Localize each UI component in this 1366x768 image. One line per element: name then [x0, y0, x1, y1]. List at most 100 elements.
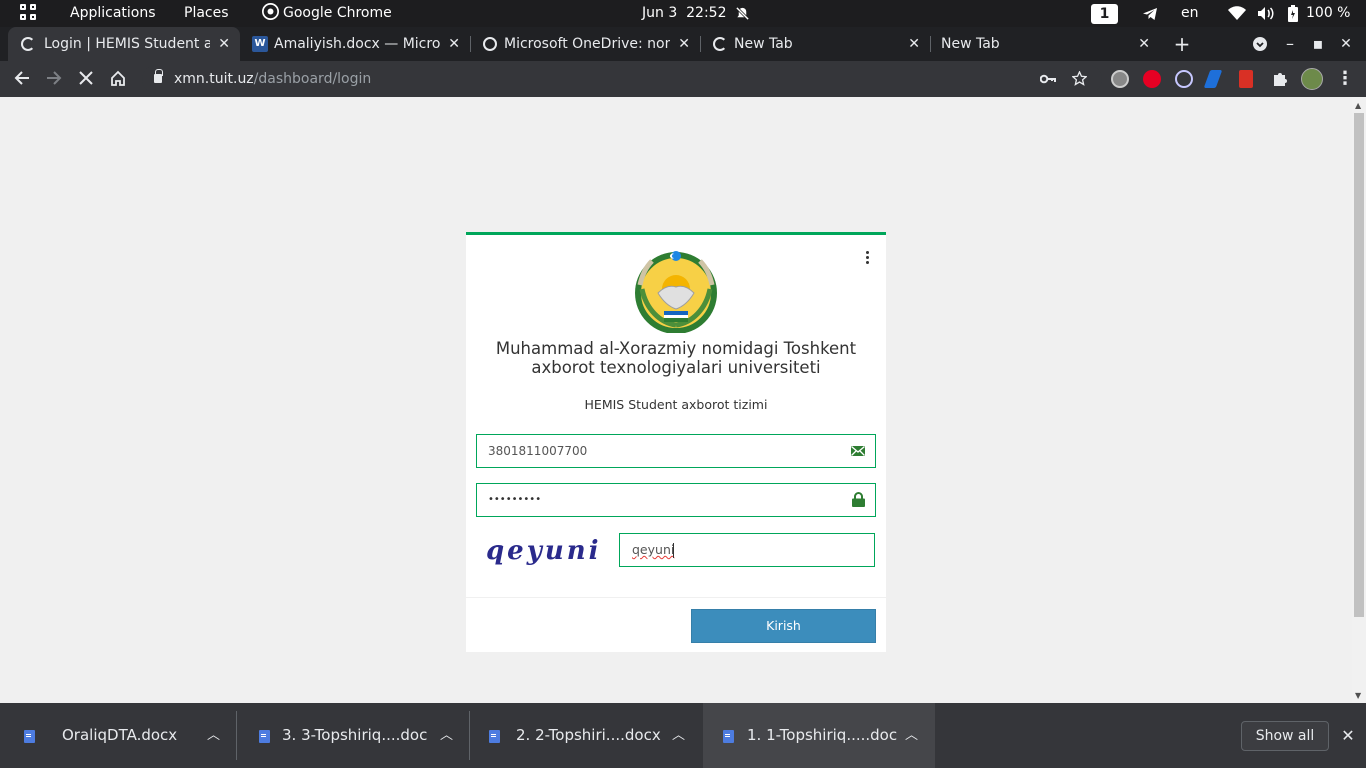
pinterest-icon[interactable]	[1143, 70, 1161, 88]
home-icon[interactable]	[106, 67, 130, 91]
maximize-window-icon[interactable]: ◼	[1308, 27, 1328, 61]
document-icon	[259, 730, 270, 743]
address-bar[interactable]: xmn.tuit.uz/dashboard/login	[142, 65, 1102, 93]
tab-new-tab[interactable]: New Tab ✕	[930, 27, 1160, 61]
battery-icon[interactable]	[1288, 5, 1298, 22]
keyboard-layout[interactable]: en	[1181, 0, 1199, 27]
extensions-puzzle-icon[interactable]	[1271, 70, 1289, 88]
close-window-icon[interactable]: ✕	[1336, 27, 1356, 61]
tab-title: Microsoft OneDrive: nom	[504, 36, 670, 52]
uzbekistan-state-emblem	[635, 251, 717, 333]
chevron-up-icon[interactable]: ︿	[905, 703, 918, 768]
key-icon[interactable]	[1040, 72, 1056, 86]
scroll-down-arrow-icon[interactable]: ▼	[1355, 691, 1361, 700]
places-menu[interactable]: Places	[184, 0, 229, 27]
minimize-window-icon[interactable]: –	[1280, 27, 1300, 61]
download-filename: OraliqDTA.docx	[62, 726, 178, 744]
loading-spinner-icon	[713, 37, 727, 51]
download-item[interactable]: OraliqDTA.docx ︿	[2, 703, 236, 768]
password-mask: •••••••••	[488, 494, 542, 505]
download-item[interactable]: 1. 1-Topshiriq.....doc ︿	[703, 703, 935, 768]
bookmark-star-icon[interactable]	[1072, 71, 1087, 86]
lock-icon	[852, 492, 865, 507]
loading-spinner-icon	[21, 37, 35, 51]
new-tab-plus-icon[interactable]: +	[1170, 27, 1194, 61]
page-viewport: Muhammad al-Xorazmiy nomidagi Toshkent a…	[0, 97, 1352, 703]
show-all-downloads-button[interactable]: Show all	[1241, 721, 1329, 751]
extension-blue-icon[interactable]	[1203, 70, 1223, 88]
tab-close-icon[interactable]: ✕	[908, 27, 920, 61]
login-submit-button[interactable]: Kirish	[691, 609, 876, 643]
login-card: Muhammad al-Xorazmiy nomidagi Toshkent a…	[466, 232, 886, 652]
clock-time: 22:52	[686, 5, 727, 21]
lock-icon[interactable]	[154, 69, 163, 83]
tab-title: Login | HEMIS Student ax	[44, 36, 210, 52]
extension-globe-icon[interactable]	[1111, 70, 1129, 88]
tab-close-icon[interactable]: ✕	[218, 27, 230, 61]
tab-close-icon[interactable]: ✕	[1138, 27, 1150, 61]
scroll-up-arrow-icon[interactable]: ▲	[1355, 101, 1361, 110]
browser-tab-strip: Login | HEMIS Student ax ✕ W Amaliyish.d…	[0, 27, 1366, 61]
active-app-menu[interactable]: Google Chrome	[262, 0, 392, 27]
tab-title: Amaliyish.docx — Micro	[274, 36, 440, 52]
download-filename: 2. 2-Topshiri....docx	[516, 726, 661, 744]
url-host: xmn.tuit.uz	[174, 71, 254, 87]
clock-date: Jun 3	[642, 5, 678, 21]
telegram-icon[interactable]	[1142, 6, 1158, 22]
card-options-kebab-icon[interactable]	[864, 251, 870, 265]
extension-red-icon[interactable]	[1239, 70, 1253, 88]
forward-arrow-icon[interactable]	[42, 67, 66, 91]
back-arrow-icon[interactable]	[10, 67, 34, 91]
url-path: /dashboard/login	[253, 71, 372, 87]
chevron-up-icon[interactable]: ︿	[672, 703, 685, 768]
download-shelf: OraliqDTA.docx ︿ 3. 3-Topshiriq....doc ︿…	[0, 703, 1366, 768]
tab-search-icon[interactable]	[1250, 27, 1270, 61]
scrollbar-thumb[interactable]	[1354, 113, 1364, 617]
applications-menu[interactable]: Applications	[70, 0, 156, 27]
system-top-bar: Applications Places Google Chrome Jun 3 …	[0, 0, 1366, 27]
workspace-indicator[interactable]: 1	[1091, 4, 1118, 24]
active-app-name: Google Chrome	[283, 5, 392, 21]
tab-new-tab-loading[interactable]: New Tab ✕	[700, 27, 930, 61]
chrome-icon	[262, 3, 279, 20]
react-devtools-icon[interactable]	[1175, 70, 1193, 88]
university-name: Muhammad al-Xorazmiy nomidagi Toshkent a…	[495, 339, 857, 377]
download-item[interactable]: 2. 2-Topshiri....docx ︿	[469, 703, 703, 768]
text-caret	[673, 543, 674, 558]
wifi-icon[interactable]	[1228, 6, 1246, 21]
globe-icon	[483, 37, 497, 51]
stop-loading-icon[interactable]	[74, 67, 98, 91]
system-name: HEMIS Student axborot tizimi	[584, 397, 768, 412]
tab-title: New Tab	[941, 36, 1000, 52]
word-icon: W	[252, 36, 268, 52]
tab-amaliyish-docx[interactable]: W Amaliyish.docx — Micro ✕	[240, 27, 470, 61]
tab-title: New Tab	[734, 36, 793, 52]
document-icon	[723, 730, 734, 743]
address-url[interactable]: xmn.tuit.uz/dashboard/login	[174, 65, 371, 93]
login-id-input[interactable]: 3801811007700	[476, 434, 876, 468]
captcha-image: qeyuni	[486, 536, 602, 566]
download-item[interactable]: 3. 3-Topshiriq....doc ︿	[237, 703, 471, 768]
chrome-menu-kebab-icon[interactable]: ⋮	[1333, 67, 1357, 91]
clock[interactable]: Jun 3 22:52	[642, 0, 727, 27]
chevron-up-icon[interactable]: ︿	[207, 703, 220, 768]
notifications-muted-icon	[735, 6, 750, 21]
tab-hemis-login[interactable]: Login | HEMIS Student ax ✕	[8, 27, 240, 61]
close-shelf-icon[interactable]: ✕	[1338, 721, 1358, 751]
volume-icon[interactable]	[1257, 6, 1274, 21]
tab-close-icon[interactable]: ✕	[448, 27, 460, 61]
login-id-value: 3801811007700	[488, 444, 588, 458]
profile-avatar[interactable]	[1301, 68, 1323, 90]
download-filename: 3. 3-Topshiriq....doc	[282, 726, 428, 744]
battery-percent: 100 %	[1306, 5, 1351, 21]
document-icon	[24, 730, 35, 743]
envelope-icon	[851, 446, 865, 456]
tab-close-icon[interactable]: ✕	[678, 27, 690, 61]
captcha-input[interactable]: qeyuni	[619, 533, 875, 567]
tab-onedrive[interactable]: Microsoft OneDrive: nom ✕	[470, 27, 700, 61]
page-scrollbar[interactable]: ▲ ▼	[1352, 97, 1366, 703]
password-input[interactable]: •••••••••	[476, 483, 876, 517]
captcha-input-value: qeyuni	[632, 542, 675, 557]
app-grid-icon[interactable]	[20, 4, 38, 22]
chevron-up-icon[interactable]: ︿	[440, 703, 453, 768]
